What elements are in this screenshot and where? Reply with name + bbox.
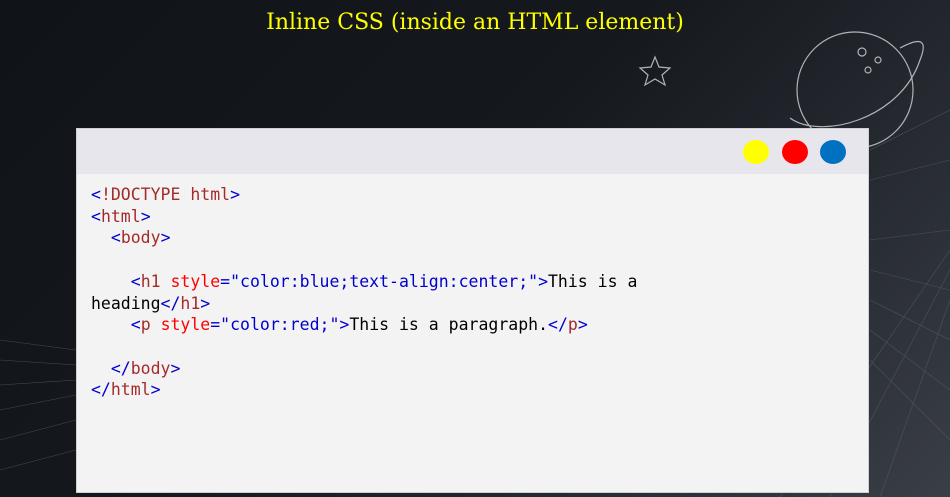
h1-style-value: "color:blue;text-align:center;" <box>230 271 539 291</box>
body-close-tag: body <box>130 358 171 378</box>
star-outline <box>638 55 672 87</box>
window-title-bar <box>77 129 868 174</box>
blue-dot-icon <box>820 140 846 164</box>
h1-close-tag: h1 <box>180 293 201 313</box>
doctype-keyword: !DOCTYPE <box>100 185 181 204</box>
h1-text-line2: heading <box>91 293 161 313</box>
p-style-attr: style <box>160 315 211 335</box>
yellow-dot-icon <box>743 140 769 164</box>
code-block: <!DOCTYPE html> <html> <body> <h1 style=… <box>91 185 638 400</box>
h1-style-attr: style <box>170 271 221 291</box>
h1-open-tag: h1 <box>140 271 161 291</box>
red-dot-icon <box>782 140 808 164</box>
doctype-value: html <box>190 185 231 204</box>
p-open-tag: p <box>140 315 151 335</box>
html-close-tag: html <box>110 380 151 400</box>
p-style-value: "color:red;" <box>220 315 340 335</box>
body-open-tag: body <box>120 228 161 248</box>
p-text: This is a paragraph. <box>349 315 549 335</box>
code-window: <!DOCTYPE html> <html> <body> <h1 style=… <box>76 128 869 493</box>
slide-title: Inline CSS (inside an HTML element) <box>266 10 684 35</box>
h1-text-line1: This is a <box>548 271 638 291</box>
html-open-tag: html <box>100 206 141 226</box>
p-close-tag: p <box>567 315 578 335</box>
